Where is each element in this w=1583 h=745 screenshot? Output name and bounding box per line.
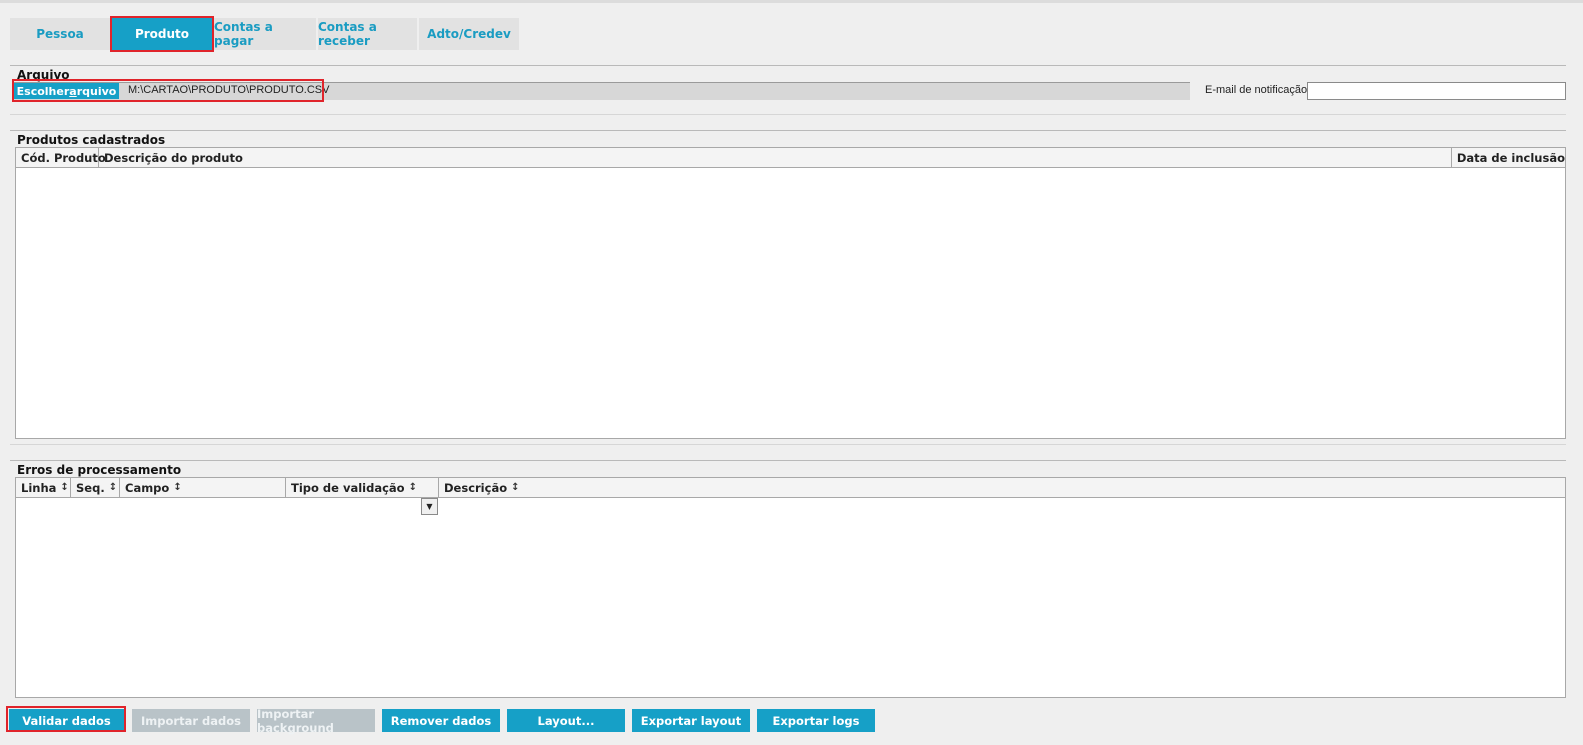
tab-bar: Pessoa Produto Contas a pagar Contas a r… [10, 16, 519, 52]
sort-icon: ↕ [408, 482, 417, 493]
file-path-text: M:\CARTAO\PRODUTO\PRODUTO.CSV [128, 84, 330, 96]
tab-produto[interactable]: Produto [110, 16, 214, 52]
divider [10, 65, 1566, 66]
column-header-linha-label: Linha [21, 480, 57, 495]
column-header-cod-produto[interactable]: Cód. Produto [16, 148, 106, 167]
errors-grid: Linha ↕ Seq. ↕ Campo ↕ Tipo de validação ↕ D… [15, 477, 1566, 698]
remove-data-button[interactable]: Remover dados [382, 709, 500, 732]
sort-icon: ↕ [108, 482, 118, 493]
tab-contas-a-receber[interactable]: Contas a receber [318, 18, 417, 50]
column-header-seq[interactable]: Seq. ↕ [71, 478, 120, 497]
tab-contas-a-pagar[interactable]: Contas a pagar [214, 18, 316, 50]
column-header-data-inclusao[interactable]: Data de inclusão [1452, 148, 1565, 167]
column-header-campo[interactable]: Campo ↕ [120, 478, 286, 497]
sort-icon: ↕ [511, 482, 520, 493]
divider [10, 130, 1566, 131]
products-section-title: Produtos cadastrados [17, 133, 166, 147]
import-background-button: Importar background [257, 707, 375, 735]
column-header-descricao-produto[interactable]: Descrição do produto [99, 148, 1452, 167]
validation-type-filter-dropdown[interactable]: ▼ [421, 498, 438, 515]
column-header-tipo-validacao[interactable]: Tipo de validação ↕ [286, 478, 439, 497]
sort-icon: ↕ [60, 482, 69, 493]
export-logs-button[interactable]: Exportar logs [757, 709, 875, 732]
column-header-linha[interactable]: Linha ↕ [16, 478, 71, 497]
column-header-descricao-label: Descrição [444, 480, 508, 495]
products-grid-header: Cód. Produto Descrição do produto Data d… [16, 148, 1565, 168]
email-notification-input[interactable] [1307, 82, 1566, 100]
choose-file-label-post: rquivo [76, 84, 117, 98]
divider [10, 114, 1566, 115]
tab-pessoa[interactable]: Pessoa [10, 18, 110, 50]
divider [10, 444, 1566, 445]
validate-data-button[interactable]: Validar dados [9, 709, 124, 732]
choose-file-label-accel: a [69, 84, 77, 98]
chevron-down-icon: ▼ [426, 502, 433, 511]
errors-grid-header: Linha ↕ Seq. ↕ Campo ↕ Tipo de validação ↕ D… [16, 478, 1565, 498]
choose-file-button[interactable]: Escolher a rquivo [14, 83, 119, 99]
tab-adto-credev[interactable]: Adto/Credev [419, 18, 519, 50]
top-border [0, 0, 1583, 3]
import-data-button: Importar dados [132, 709, 250, 732]
divider [10, 460, 1566, 461]
column-header-tipo-validacao-label: Tipo de validação [291, 480, 405, 495]
column-header-campo-label: Campo [125, 480, 170, 495]
column-header-descricao[interactable]: Descrição ↕ [439, 478, 1565, 497]
email-label: E-mail de notificação [1205, 84, 1308, 96]
file-section-title: Arquivo [17, 68, 70, 82]
choose-file-label-pre: Escolher [16, 84, 70, 98]
layout-button[interactable]: Layout... [507, 709, 625, 732]
column-header-seq-label: Seq. [76, 480, 105, 495]
sort-icon: ↕ [173, 482, 182, 493]
products-grid: Cód. Produto Descrição do produto Data d… [15, 147, 1566, 439]
export-layout-button[interactable]: Exportar layout [632, 709, 750, 732]
errors-section-title: Erros de processamento [17, 463, 182, 477]
